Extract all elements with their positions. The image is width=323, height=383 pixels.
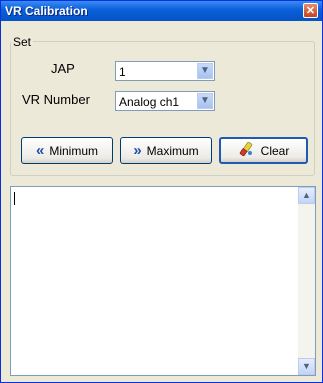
- vr-calibration-window: VR Calibration ✕ Set JAP 1 ▼ VR Number A…: [0, 0, 323, 383]
- minimum-button-label: Minimum: [49, 143, 98, 158]
- clear-button[interactable]: Clear: [219, 137, 308, 164]
- double-chevron-right-icon: »: [133, 142, 142, 159]
- minimum-button[interactable]: « Minimum: [21, 137, 113, 164]
- jap-select[interactable]: 1 ▼: [115, 61, 215, 81]
- vertical-scrollbar[interactable]: ▲ ▼: [298, 187, 315, 375]
- vr-number-label: VR Number: [22, 92, 90, 107]
- set-group-label: Set: [11, 35, 34, 49]
- jap-label: JAP: [51, 61, 75, 76]
- vr-number-select-value: Analog ch1: [119, 95, 180, 109]
- eraser-icon: [238, 140, 256, 161]
- chevron-down-icon[interactable]: ▼: [197, 63, 213, 79]
- jap-select-value: 1: [119, 65, 126, 79]
- maximum-button[interactable]: » Maximum: [120, 137, 212, 164]
- double-chevron-left-icon: «: [35, 142, 45, 159]
- scroll-up-icon[interactable]: ▲: [298, 187, 315, 204]
- chevron-down-icon[interactable]: ▼: [197, 93, 213, 109]
- text-caret: [14, 192, 15, 205]
- clear-button-label: Clear: [260, 143, 290, 158]
- output-textarea[interactable]: ▲ ▼: [10, 186, 316, 376]
- window-title: VR Calibration: [5, 4, 88, 18]
- vr-number-select[interactable]: Analog ch1 ▼: [115, 91, 215, 111]
- maximum-button-label: Maximum: [146, 143, 199, 158]
- close-button[interactable]: ✕: [303, 3, 318, 18]
- title-bar[interactable]: VR Calibration ✕: [1, 1, 322, 21]
- scroll-down-icon[interactable]: ▼: [298, 358, 315, 375]
